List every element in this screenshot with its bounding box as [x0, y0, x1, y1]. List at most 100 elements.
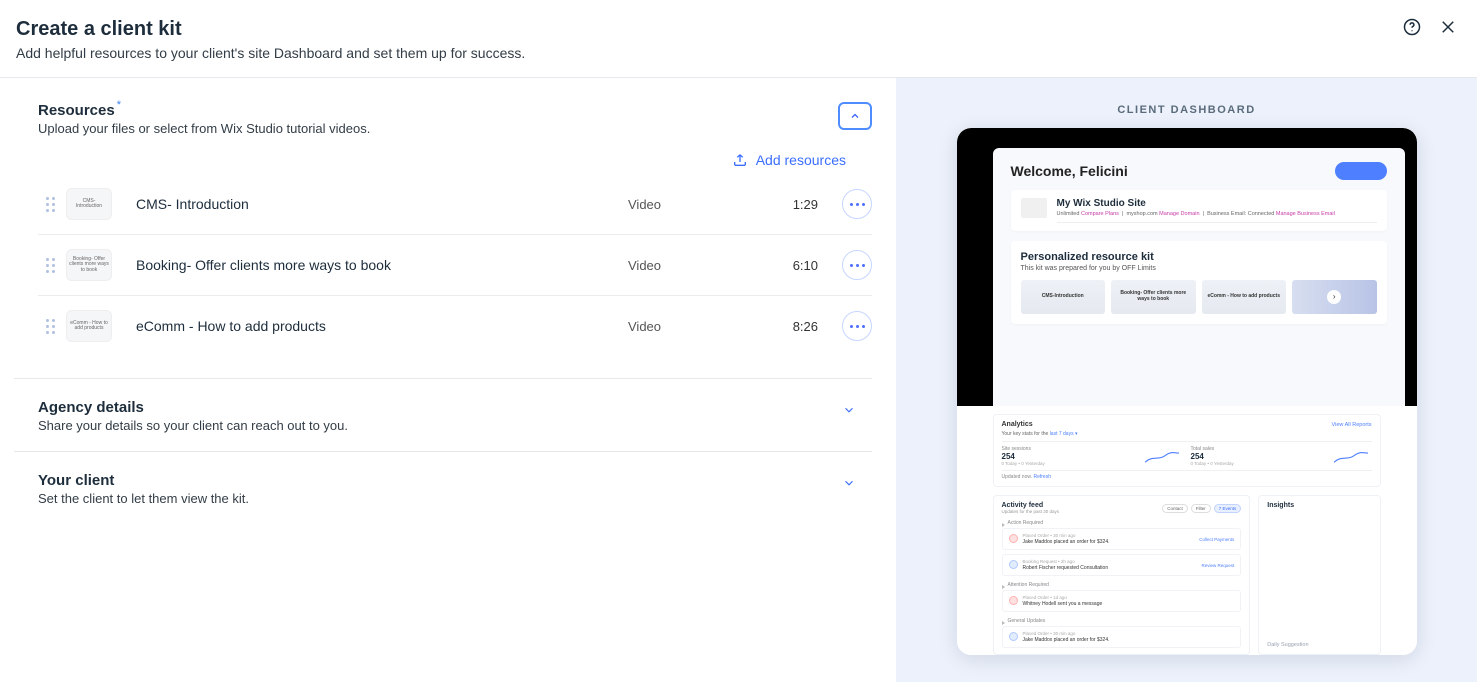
feed-item: Booking Request • 2h agoRobert Fischer r…: [1002, 554, 1242, 576]
feed-title: Activity feed: [1002, 502, 1060, 509]
kit-resource-tile: Booking- Offer clients more ways to book: [1111, 280, 1196, 314]
insights-card: Insights Daily Suggestion: [1258, 495, 1380, 655]
resource-type: Video: [628, 258, 738, 273]
calendar-icon: [1009, 560, 1018, 569]
resource-actions-button[interactable]: [842, 311, 872, 341]
activity-feed-card: Activity feed Updates for the past 30 da…: [993, 495, 1251, 655]
resources-list: CMS- Introduction CMS- Introduction Vide…: [38, 174, 872, 356]
resource-row: CMS- Introduction CMS- Introduction Vide…: [38, 174, 872, 235]
sparkline-icon: [1145, 452, 1179, 464]
agency-title: Agency details: [38, 399, 348, 416]
sparkline-icon: [1334, 452, 1368, 464]
drag-handle-icon[interactable]: [38, 319, 62, 334]
more-icon: [850, 203, 865, 206]
resource-type: Video: [628, 197, 738, 212]
info-icon: [1009, 632, 1018, 641]
resource-thumbnail: eComm - How to add products: [66, 310, 112, 342]
welcome-text: Welcome, Felicini: [1011, 163, 1128, 179]
feed-item: Placed Order • 30 min agoJake Maddox pla…: [1002, 626, 1242, 648]
resource-row: eComm - How to add products eComm - How …: [38, 296, 872, 356]
feed-chips: Contact Filter 7 Events: [1162, 504, 1241, 513]
add-resources-button[interactable]: Add resources: [732, 152, 846, 168]
alert-icon: [1009, 534, 1018, 543]
help-icon: [1403, 18, 1421, 36]
form-column: Resources * Upload your files or select …: [0, 78, 896, 682]
drag-handle-icon[interactable]: [38, 197, 62, 212]
chip: 7 Events: [1214, 504, 1242, 513]
chip: Filter: [1191, 504, 1211, 513]
header-text: Create a client kit Add helpful resource…: [16, 18, 525, 61]
resources-subtitle: Upload your files or select from Wix Stu…: [38, 121, 370, 136]
metric-tile: Site sessions 254 0 Today • 0 Yesterday: [1002, 446, 1183, 466]
resource-duration: 1:29: [738, 197, 818, 212]
resources-title: Resources: [38, 102, 115, 119]
analytics-period: Your key stats for the last 7 days ▾: [1002, 431, 1372, 437]
analytics-title: Analytics: [1002, 421, 1033, 428]
help-button[interactable]: [1403, 18, 1421, 36]
drag-handle-icon[interactable]: [38, 258, 62, 273]
required-indicator-icon: *: [117, 99, 121, 111]
resource-duration: 8:26: [738, 319, 818, 334]
resource-title: Booking- Offer clients more ways to book: [136, 257, 628, 273]
metric-tile: Total sales 254 0 Today • 0 Yesterday: [1191, 446, 1372, 466]
collapse-resources-button[interactable]: [838, 102, 872, 130]
daily-suggestion: Daily Suggestion: [1267, 642, 1371, 648]
chevron-down-icon: [842, 476, 856, 490]
feed-action: Collect Payments: [1199, 537, 1234, 542]
more-icon: [850, 325, 865, 328]
kit-subtitle: This kit was prepared for you by OFF Lim…: [1021, 265, 1377, 272]
resource-type: Video: [628, 319, 738, 334]
device-preview: Welcome, Felicini My Wix Studio Site Unl…: [957, 128, 1417, 655]
site-card: My Wix Studio Site Unlimited Compare Pla…: [1011, 190, 1387, 231]
cta-pill: [1335, 162, 1387, 180]
more-icon: [850, 264, 865, 267]
alert-icon: [1009, 596, 1018, 605]
analytics-card: Analytics View All Reports Your key stat…: [993, 414, 1381, 487]
chevron-down-icon: [842, 403, 856, 417]
client-title: Your client: [38, 472, 249, 489]
section-client: Your client Set the client to let them v…: [14, 451, 872, 524]
section-resources: Resources * Upload your files or select …: [38, 102, 872, 356]
resource-thumbnail: CMS- Introduction: [66, 188, 112, 220]
site-name: My Wix Studio Site: [1057, 198, 1377, 209]
add-resources-label: Add resources: [756, 152, 846, 168]
feed-item: Placed Order • 1d agoWhitney Hodell sent…: [1002, 590, 1242, 612]
header-actions: [1403, 18, 1457, 36]
kit-card: Personalized resource kit This kit was p…: [1011, 241, 1387, 324]
kit-more-tile: ›: [1292, 280, 1377, 314]
resource-duration: 6:10: [738, 258, 818, 273]
analytics-view-all: View All Reports: [1332, 422, 1372, 428]
close-button[interactable]: [1439, 18, 1457, 36]
resource-title: CMS- Introduction: [136, 196, 628, 212]
feed-subtitle: Updates for the past 30 days: [1002, 509, 1060, 514]
section-agency: Agency details Share your details so you…: [14, 378, 872, 451]
upload-icon: [732, 152, 748, 168]
preview-header: CLIENT DASHBOARD: [896, 78, 1477, 128]
analytics-updated: Updated now. Refresh: [1002, 474, 1372, 480]
feed-group: Attention Required: [1002, 582, 1242, 588]
arrow-right-icon: ›: [1327, 290, 1341, 304]
kit-resource-tile: CMS-Introduction: [1021, 280, 1106, 314]
chevron-up-icon: [849, 110, 861, 122]
resource-row: Booking- Offer clients more ways to book…: [38, 235, 872, 296]
feed-item: Placed Order • 30 min agoJake Maddox pla…: [1002, 528, 1242, 550]
modal-header: Create a client kit Add helpful resource…: [0, 0, 1477, 78]
site-thumb: [1021, 198, 1047, 218]
resource-thumbnail: Booking- Offer clients more ways to book: [66, 249, 112, 281]
site-meta: Unlimited Compare Plans | myshop.com Man…: [1057, 211, 1377, 223]
feed-action: Review Request: [1201, 563, 1234, 568]
agency-subtitle: Share your details so your client can re…: [38, 418, 348, 433]
feed-group: Action Required: [1002, 520, 1242, 526]
kit-resource-tile: eComm - How to add products: [1202, 280, 1287, 314]
resource-actions-button[interactable]: [842, 250, 872, 280]
feed-group: General Updates: [1002, 618, 1242, 624]
resource-actions-button[interactable]: [842, 189, 872, 219]
resource-title: eComm - How to add products: [136, 318, 628, 334]
expand-client-button[interactable]: [838, 472, 860, 497]
page-subtitle: Add helpful resources to your client's s…: [16, 45, 525, 61]
expand-agency-button[interactable]: [838, 399, 860, 424]
page-title: Create a client kit: [16, 18, 525, 41]
preview-panel: CLIENT DASHBOARD Welcome, Felicini My Wi…: [896, 78, 1477, 682]
insights-title: Insights: [1267, 502, 1371, 509]
client-subtitle: Set the client to let them view the kit.: [38, 491, 249, 506]
